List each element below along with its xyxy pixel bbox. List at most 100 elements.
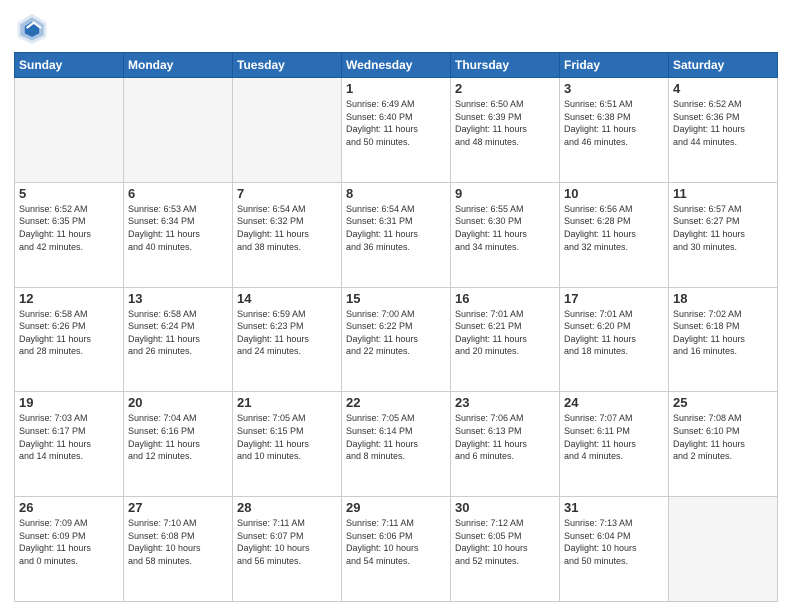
calendar-cell: 26 Sunrise: 7:09 AM Sunset: 6:09 PM Dayli…: [15, 497, 124, 602]
logo-icon: [14, 10, 50, 46]
calendar-cell: 17 Sunrise: 7:01 AM Sunset: 6:20 PM Dayli…: [560, 287, 669, 392]
day-info: Sunrise: 6:52 AM Sunset: 6:35 PM Dayligh…: [19, 203, 119, 253]
day-number: 31: [564, 500, 664, 515]
calendar-cell: [15, 78, 124, 183]
calendar-cell: 24 Sunrise: 7:07 AM Sunset: 6:11 PM Dayli…: [560, 392, 669, 497]
day-number: 21: [237, 395, 337, 410]
day-info: Sunrise: 7:01 AM Sunset: 6:21 PM Dayligh…: [455, 308, 555, 358]
calendar-cell: 2Sunrise: 6:50 AM Sunset: 6:39 PM Daylig…: [451, 78, 560, 183]
day-number: 4: [673, 81, 773, 96]
day-number: 30: [455, 500, 555, 515]
calendar-cell: 3 Sunrise: 6:51 AM Sunset: 6:38 PM Daylig…: [560, 78, 669, 183]
day-number: 22: [346, 395, 446, 410]
calendar-cell: [233, 78, 342, 183]
weekday-header-row: SundayMondayTuesdayWednesdayThursdayFrid…: [15, 53, 778, 78]
calendar-cell: [124, 78, 233, 183]
weekday-header-saturday: Saturday: [669, 53, 778, 78]
day-number: 14: [237, 291, 337, 306]
day-info: Sunrise: 6:57 AM Sunset: 6:27 PM Dayligh…: [673, 203, 773, 253]
day-number: 3: [564, 81, 664, 96]
day-number: 17: [564, 291, 664, 306]
weekday-header-wednesday: Wednesday: [342, 53, 451, 78]
calendar-cell: 30 Sunrise: 7:12 AM Sunset: 6:05 PM Dayli…: [451, 497, 560, 602]
calendar-table: SundayMondayTuesdayWednesdayThursdayFrid…: [14, 52, 778, 602]
calendar-cell: 16 Sunrise: 7:01 AM Sunset: 6:21 PM Dayli…: [451, 287, 560, 392]
day-number: 9: [455, 186, 555, 201]
calendar-week-5: 26 Sunrise: 7:09 AM Sunset: 6:09 PM Dayli…: [15, 497, 778, 602]
day-info: Sunrise: 6:55 AM Sunset: 6:30 PM Dayligh…: [455, 203, 555, 253]
day-number: 20: [128, 395, 228, 410]
calendar-cell: 22 Sunrise: 7:05 AM Sunset: 6:14 PM Dayli…: [342, 392, 451, 497]
day-info: Sunrise: 6:54 AM Sunset: 6:32 PM Dayligh…: [237, 203, 337, 253]
calendar-cell: 18Sunrise: 7:02 AM Sunset: 6:18 PM Dayli…: [669, 287, 778, 392]
day-number: 11: [673, 186, 773, 201]
day-info: Sunrise: 6:54 AM Sunset: 6:31 PM Dayligh…: [346, 203, 446, 253]
weekday-header-sunday: Sunday: [15, 53, 124, 78]
day-info: Sunrise: 7:11 AM Sunset: 6:07 PM Dayligh…: [237, 517, 337, 567]
calendar-cell: 13Sunrise: 6:58 AM Sunset: 6:24 PM Dayli…: [124, 287, 233, 392]
calendar-cell: 28Sunrise: 7:11 AM Sunset: 6:07 PM Dayli…: [233, 497, 342, 602]
day-number: 24: [564, 395, 664, 410]
day-info: Sunrise: 7:12 AM Sunset: 6:05 PM Dayligh…: [455, 517, 555, 567]
calendar-cell: 12 Sunrise: 6:58 AM Sunset: 6:26 PM Dayli…: [15, 287, 124, 392]
day-info: Sunrise: 7:10 AM Sunset: 6:08 PM Dayligh…: [128, 517, 228, 567]
weekday-header-monday: Monday: [124, 53, 233, 78]
day-number: 25: [673, 395, 773, 410]
day-info: Sunrise: 7:11 AM Sunset: 6:06 PM Dayligh…: [346, 517, 446, 567]
calendar-cell: 29 Sunrise: 7:11 AM Sunset: 6:06 PM Dayli…: [342, 497, 451, 602]
day-number: 16: [455, 291, 555, 306]
calendar-cell: 6 Sunrise: 6:53 AM Sunset: 6:34 PM Daylig…: [124, 182, 233, 287]
logo: [14, 10, 54, 46]
day-number: 10: [564, 186, 664, 201]
day-info: Sunrise: 7:05 AM Sunset: 6:14 PM Dayligh…: [346, 412, 446, 462]
calendar-cell: 9 Sunrise: 6:55 AM Sunset: 6:30 PM Daylig…: [451, 182, 560, 287]
day-info: Sunrise: 6:50 AM Sunset: 6:39 PM Dayligh…: [455, 98, 555, 148]
day-info: Sunrise: 7:01 AM Sunset: 6:20 PM Dayligh…: [564, 308, 664, 358]
day-info: Sunrise: 6:49 AM Sunset: 6:40 PM Dayligh…: [346, 98, 446, 148]
calendar-cell: 5 Sunrise: 6:52 AM Sunset: 6:35 PM Daylig…: [15, 182, 124, 287]
day-info: Sunrise: 6:56 AM Sunset: 6:28 PM Dayligh…: [564, 203, 664, 253]
calendar-cell: 7 Sunrise: 6:54 AM Sunset: 6:32 PM Daylig…: [233, 182, 342, 287]
day-info: Sunrise: 7:02 AM Sunset: 6:18 PM Dayligh…: [673, 308, 773, 358]
day-info: Sunrise: 6:58 AM Sunset: 6:26 PM Dayligh…: [19, 308, 119, 358]
weekday-header-tuesday: Tuesday: [233, 53, 342, 78]
day-info: Sunrise: 7:07 AM Sunset: 6:11 PM Dayligh…: [564, 412, 664, 462]
day-info: Sunrise: 6:53 AM Sunset: 6:34 PM Dayligh…: [128, 203, 228, 253]
calendar-cell: 8 Sunrise: 6:54 AM Sunset: 6:31 PM Daylig…: [342, 182, 451, 287]
day-info: Sunrise: 7:13 AM Sunset: 6:04 PM Dayligh…: [564, 517, 664, 567]
day-number: 29: [346, 500, 446, 515]
weekday-header-thursday: Thursday: [451, 53, 560, 78]
calendar-cell: [669, 497, 778, 602]
day-number: 5: [19, 186, 119, 201]
day-number: 8: [346, 186, 446, 201]
day-info: Sunrise: 7:00 AM Sunset: 6:22 PM Dayligh…: [346, 308, 446, 358]
day-number: 15: [346, 291, 446, 306]
day-info: Sunrise: 7:04 AM Sunset: 6:16 PM Dayligh…: [128, 412, 228, 462]
weekday-header-friday: Friday: [560, 53, 669, 78]
day-info: Sunrise: 6:51 AM Sunset: 6:38 PM Dayligh…: [564, 98, 664, 148]
calendar-cell: 4 Sunrise: 6:52 AM Sunset: 6:36 PM Daylig…: [669, 78, 778, 183]
calendar-week-2: 5 Sunrise: 6:52 AM Sunset: 6:35 PM Daylig…: [15, 182, 778, 287]
calendar-cell: 1Sunrise: 6:49 AM Sunset: 6:40 PM Daylig…: [342, 78, 451, 183]
day-number: 19: [19, 395, 119, 410]
calendar-cell: 15 Sunrise: 7:00 AM Sunset: 6:22 PM Dayli…: [342, 287, 451, 392]
day-info: Sunrise: 7:09 AM Sunset: 6:09 PM Dayligh…: [19, 517, 119, 567]
day-number: 23: [455, 395, 555, 410]
day-number: 7: [237, 186, 337, 201]
day-info: Sunrise: 7:05 AM Sunset: 6:15 PM Dayligh…: [237, 412, 337, 462]
header: [14, 10, 778, 46]
day-info: Sunrise: 6:52 AM Sunset: 6:36 PM Dayligh…: [673, 98, 773, 148]
day-number: 12: [19, 291, 119, 306]
day-info: Sunrise: 7:08 AM Sunset: 6:10 PM Dayligh…: [673, 412, 773, 462]
day-number: 26: [19, 500, 119, 515]
day-info: Sunrise: 7:06 AM Sunset: 6:13 PM Dayligh…: [455, 412, 555, 462]
calendar-cell: 27Sunrise: 7:10 AM Sunset: 6:08 PM Dayli…: [124, 497, 233, 602]
calendar-cell: 25 Sunrise: 7:08 AM Sunset: 6:10 PM Dayli…: [669, 392, 778, 497]
day-number: 6: [128, 186, 228, 201]
calendar-cell: 19Sunrise: 7:03 AM Sunset: 6:17 PM Dayli…: [15, 392, 124, 497]
calendar-cell: 20 Sunrise: 7:04 AM Sunset: 6:16 PM Dayli…: [124, 392, 233, 497]
calendar-cell: 23 Sunrise: 7:06 AM Sunset: 6:13 PM Dayli…: [451, 392, 560, 497]
day-info: Sunrise: 6:58 AM Sunset: 6:24 PM Dayligh…: [128, 308, 228, 358]
calendar-cell: 31 Sunrise: 7:13 AM Sunset: 6:04 PM Dayli…: [560, 497, 669, 602]
calendar-week-1: 1Sunrise: 6:49 AM Sunset: 6:40 PM Daylig…: [15, 78, 778, 183]
